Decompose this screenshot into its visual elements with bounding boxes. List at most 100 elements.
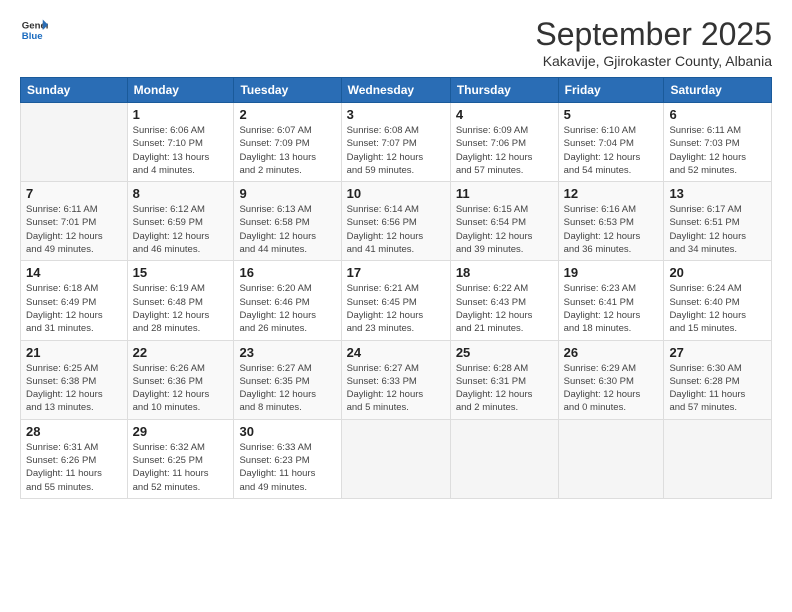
day-info: Sunrise: 6:24 AM Sunset: 6:40 PM Dayligh… [669,282,766,335]
day-number: 20 [669,265,766,280]
day-number: 29 [133,424,229,439]
day-of-week-header: Saturday [664,78,772,103]
calendar-cell: 10 Sunrise: 6:14 AM Sunset: 6:56 PM Dayli… [341,182,450,261]
day-number: 5 [564,107,659,122]
calendar-week-row: 7 Sunrise: 6:11 AM Sunset: 7:01 PM Daylig… [21,182,772,261]
calendar-cell: 1 Sunrise: 6:06 AM Sunset: 7:10 PM Daylig… [127,103,234,182]
day-number: 23 [239,345,335,360]
svg-text:Blue: Blue [22,31,43,42]
day-number: 30 [239,424,335,439]
day-number: 17 [347,265,445,280]
day-info: Sunrise: 6:14 AM Sunset: 6:56 PM Dayligh… [347,203,445,256]
calendar-cell: 24 Sunrise: 6:27 AM Sunset: 6:33 PM Dayli… [341,340,450,419]
day-info: Sunrise: 6:22 AM Sunset: 6:43 PM Dayligh… [456,282,553,335]
calendar-week-row: 28 Sunrise: 6:31 AM Sunset: 6:26 PM Dayli… [21,419,772,498]
calendar-cell: 9Sunrise: 6:13 AM Sunset: 6:58 PM Daylig… [234,182,341,261]
day-info: Sunrise: 6:10 AM Sunset: 7:04 PM Dayligh… [564,124,659,177]
calendar-body: 1 Sunrise: 6:06 AM Sunset: 7:10 PM Daylig… [21,103,772,499]
calendar-week-row: 1 Sunrise: 6:06 AM Sunset: 7:10 PM Daylig… [21,103,772,182]
day-info: Sunrise: 6:28 AM Sunset: 6:31 PM Dayligh… [456,362,553,415]
day-info: Sunrise: 6:08 AM Sunset: 7:07 PM Dayligh… [347,124,445,177]
day-info: Sunrise: 6:32 AM Sunset: 6:25 PM Dayligh… [133,441,229,494]
day-number: 2 [239,107,335,122]
day-number: 18 [456,265,553,280]
calendar-cell: 25 Sunrise: 6:28 AM Sunset: 6:31 PM Dayli… [450,340,558,419]
calendar-cell: 22Sunrise: 6:26 AM Sunset: 6:36 PM Dayli… [127,340,234,419]
day-number: 6 [669,107,766,122]
calendar-cell: 3 Sunrise: 6:08 AM Sunset: 7:07 PM Daylig… [341,103,450,182]
calendar-week-row: 14 Sunrise: 6:18 AM Sunset: 6:49 PM Dayli… [21,261,772,340]
calendar-cell: 5 Sunrise: 6:10 AM Sunset: 7:04 PM Daylig… [558,103,664,182]
day-number: 10 [347,186,445,201]
calendar-cell [21,103,128,182]
day-number: 26 [564,345,659,360]
calendar-cell: 8 Sunrise: 6:12 AM Sunset: 6:59 PM Daylig… [127,182,234,261]
month-title: September 2025 [535,16,772,53]
day-info: Sunrise: 6:20 AM Sunset: 6:46 PM Dayligh… [239,282,335,335]
calendar-cell: 11 Sunrise: 6:15 AM Sunset: 6:54 PM Dayli… [450,182,558,261]
calendar-cell: 2Sunrise: 6:07 AM Sunset: 7:09 PM Daylig… [234,103,341,182]
day-info: Sunrise: 6:27 AM Sunset: 6:35 PM Dayligh… [239,362,335,415]
calendar-cell: 28 Sunrise: 6:31 AM Sunset: 6:26 PM Dayli… [21,419,128,498]
day-of-week-header: Wednesday [341,78,450,103]
calendar-cell: 16 Sunrise: 6:20 AM Sunset: 6:46 PM Dayli… [234,261,341,340]
day-of-week-header: Monday [127,78,234,103]
day-number: 27 [669,345,766,360]
calendar-cell [664,419,772,498]
day-of-week-header: Sunday [21,78,128,103]
logo-icon: General Blue [20,16,48,44]
day-info: Sunrise: 6:30 AM Sunset: 6:28 PM Dayligh… [669,362,766,415]
day-info: Sunrise: 6:23 AM Sunset: 6:41 PM Dayligh… [564,282,659,335]
calendar-cell [558,419,664,498]
calendar-table: SundayMondayTuesdayWednesdayThursdayFrid… [20,77,772,499]
calendar-cell: 21Sunrise: 6:25 AM Sunset: 6:38 PM Dayli… [21,340,128,419]
calendar-cell: 19 Sunrise: 6:23 AM Sunset: 6:41 PM Dayli… [558,261,664,340]
day-number: 19 [564,265,659,280]
calendar-cell: 27 Sunrise: 6:30 AM Sunset: 6:28 PM Dayli… [664,340,772,419]
calendar-cell: 18 Sunrise: 6:22 AM Sunset: 6:43 PM Dayli… [450,261,558,340]
day-number: 8 [133,186,229,201]
day-number: 25 [456,345,553,360]
day-number: 9 [239,186,335,201]
day-number: 3 [347,107,445,122]
day-info: Sunrise: 6:27 AM Sunset: 6:33 PM Dayligh… [347,362,445,415]
calendar-cell: 17 Sunrise: 6:21 AM Sunset: 6:45 PM Dayli… [341,261,450,340]
day-number: 15 [133,265,229,280]
header-row: SundayMondayTuesdayWednesdayThursdayFrid… [21,78,772,103]
day-info: Sunrise: 6:21 AM Sunset: 6:45 PM Dayligh… [347,282,445,335]
day-info: Sunrise: 6:26 AM Sunset: 6:36 PM Dayligh… [133,362,229,415]
day-number: 24 [347,345,445,360]
day-info: Sunrise: 6:15 AM Sunset: 6:54 PM Dayligh… [456,203,553,256]
day-of-week-header: Friday [558,78,664,103]
day-info: Sunrise: 6:12 AM Sunset: 6:59 PM Dayligh… [133,203,229,256]
day-number: 12 [564,186,659,201]
day-info: Sunrise: 6:17 AM Sunset: 6:51 PM Dayligh… [669,203,766,256]
calendar-week-row: 21Sunrise: 6:25 AM Sunset: 6:38 PM Dayli… [21,340,772,419]
day-info: Sunrise: 6:18 AM Sunset: 6:49 PM Dayligh… [26,282,122,335]
calendar-cell: 6Sunrise: 6:11 AM Sunset: 7:03 PM Daylig… [664,103,772,182]
calendar-cell: 20 Sunrise: 6:24 AM Sunset: 6:40 PM Dayli… [664,261,772,340]
header: General Blue September 2025 Kakavije, Gj… [20,16,772,69]
calendar-cell: 12 Sunrise: 6:16 AM Sunset: 6:53 PM Dayli… [558,182,664,261]
day-info: Sunrise: 6:31 AM Sunset: 6:26 PM Dayligh… [26,441,122,494]
day-info: Sunrise: 6:09 AM Sunset: 7:06 PM Dayligh… [456,124,553,177]
day-number: 21 [26,345,122,360]
day-number: 16 [239,265,335,280]
calendar-cell [450,419,558,498]
day-number: 28 [26,424,122,439]
day-info: Sunrise: 6:16 AM Sunset: 6:53 PM Dayligh… [564,203,659,256]
day-number: 11 [456,186,553,201]
calendar-cell: 4 Sunrise: 6:09 AM Sunset: 7:06 PM Daylig… [450,103,558,182]
calendar-cell: 7 Sunrise: 6:11 AM Sunset: 7:01 PM Daylig… [21,182,128,261]
calendar-cell: 26Sunrise: 6:29 AM Sunset: 6:30 PM Dayli… [558,340,664,419]
logo: General Blue [20,16,48,44]
day-info: Sunrise: 6:11 AM Sunset: 7:01 PM Dayligh… [26,203,122,256]
calendar-cell [341,419,450,498]
day-number: 13 [669,186,766,201]
day-info: Sunrise: 6:06 AM Sunset: 7:10 PM Dayligh… [133,124,229,177]
day-number: 1 [133,107,229,122]
day-number: 7 [26,186,122,201]
day-number: 14 [26,265,122,280]
title-area: September 2025 Kakavije, Gjirokaster Cou… [535,16,772,69]
day-number: 4 [456,107,553,122]
